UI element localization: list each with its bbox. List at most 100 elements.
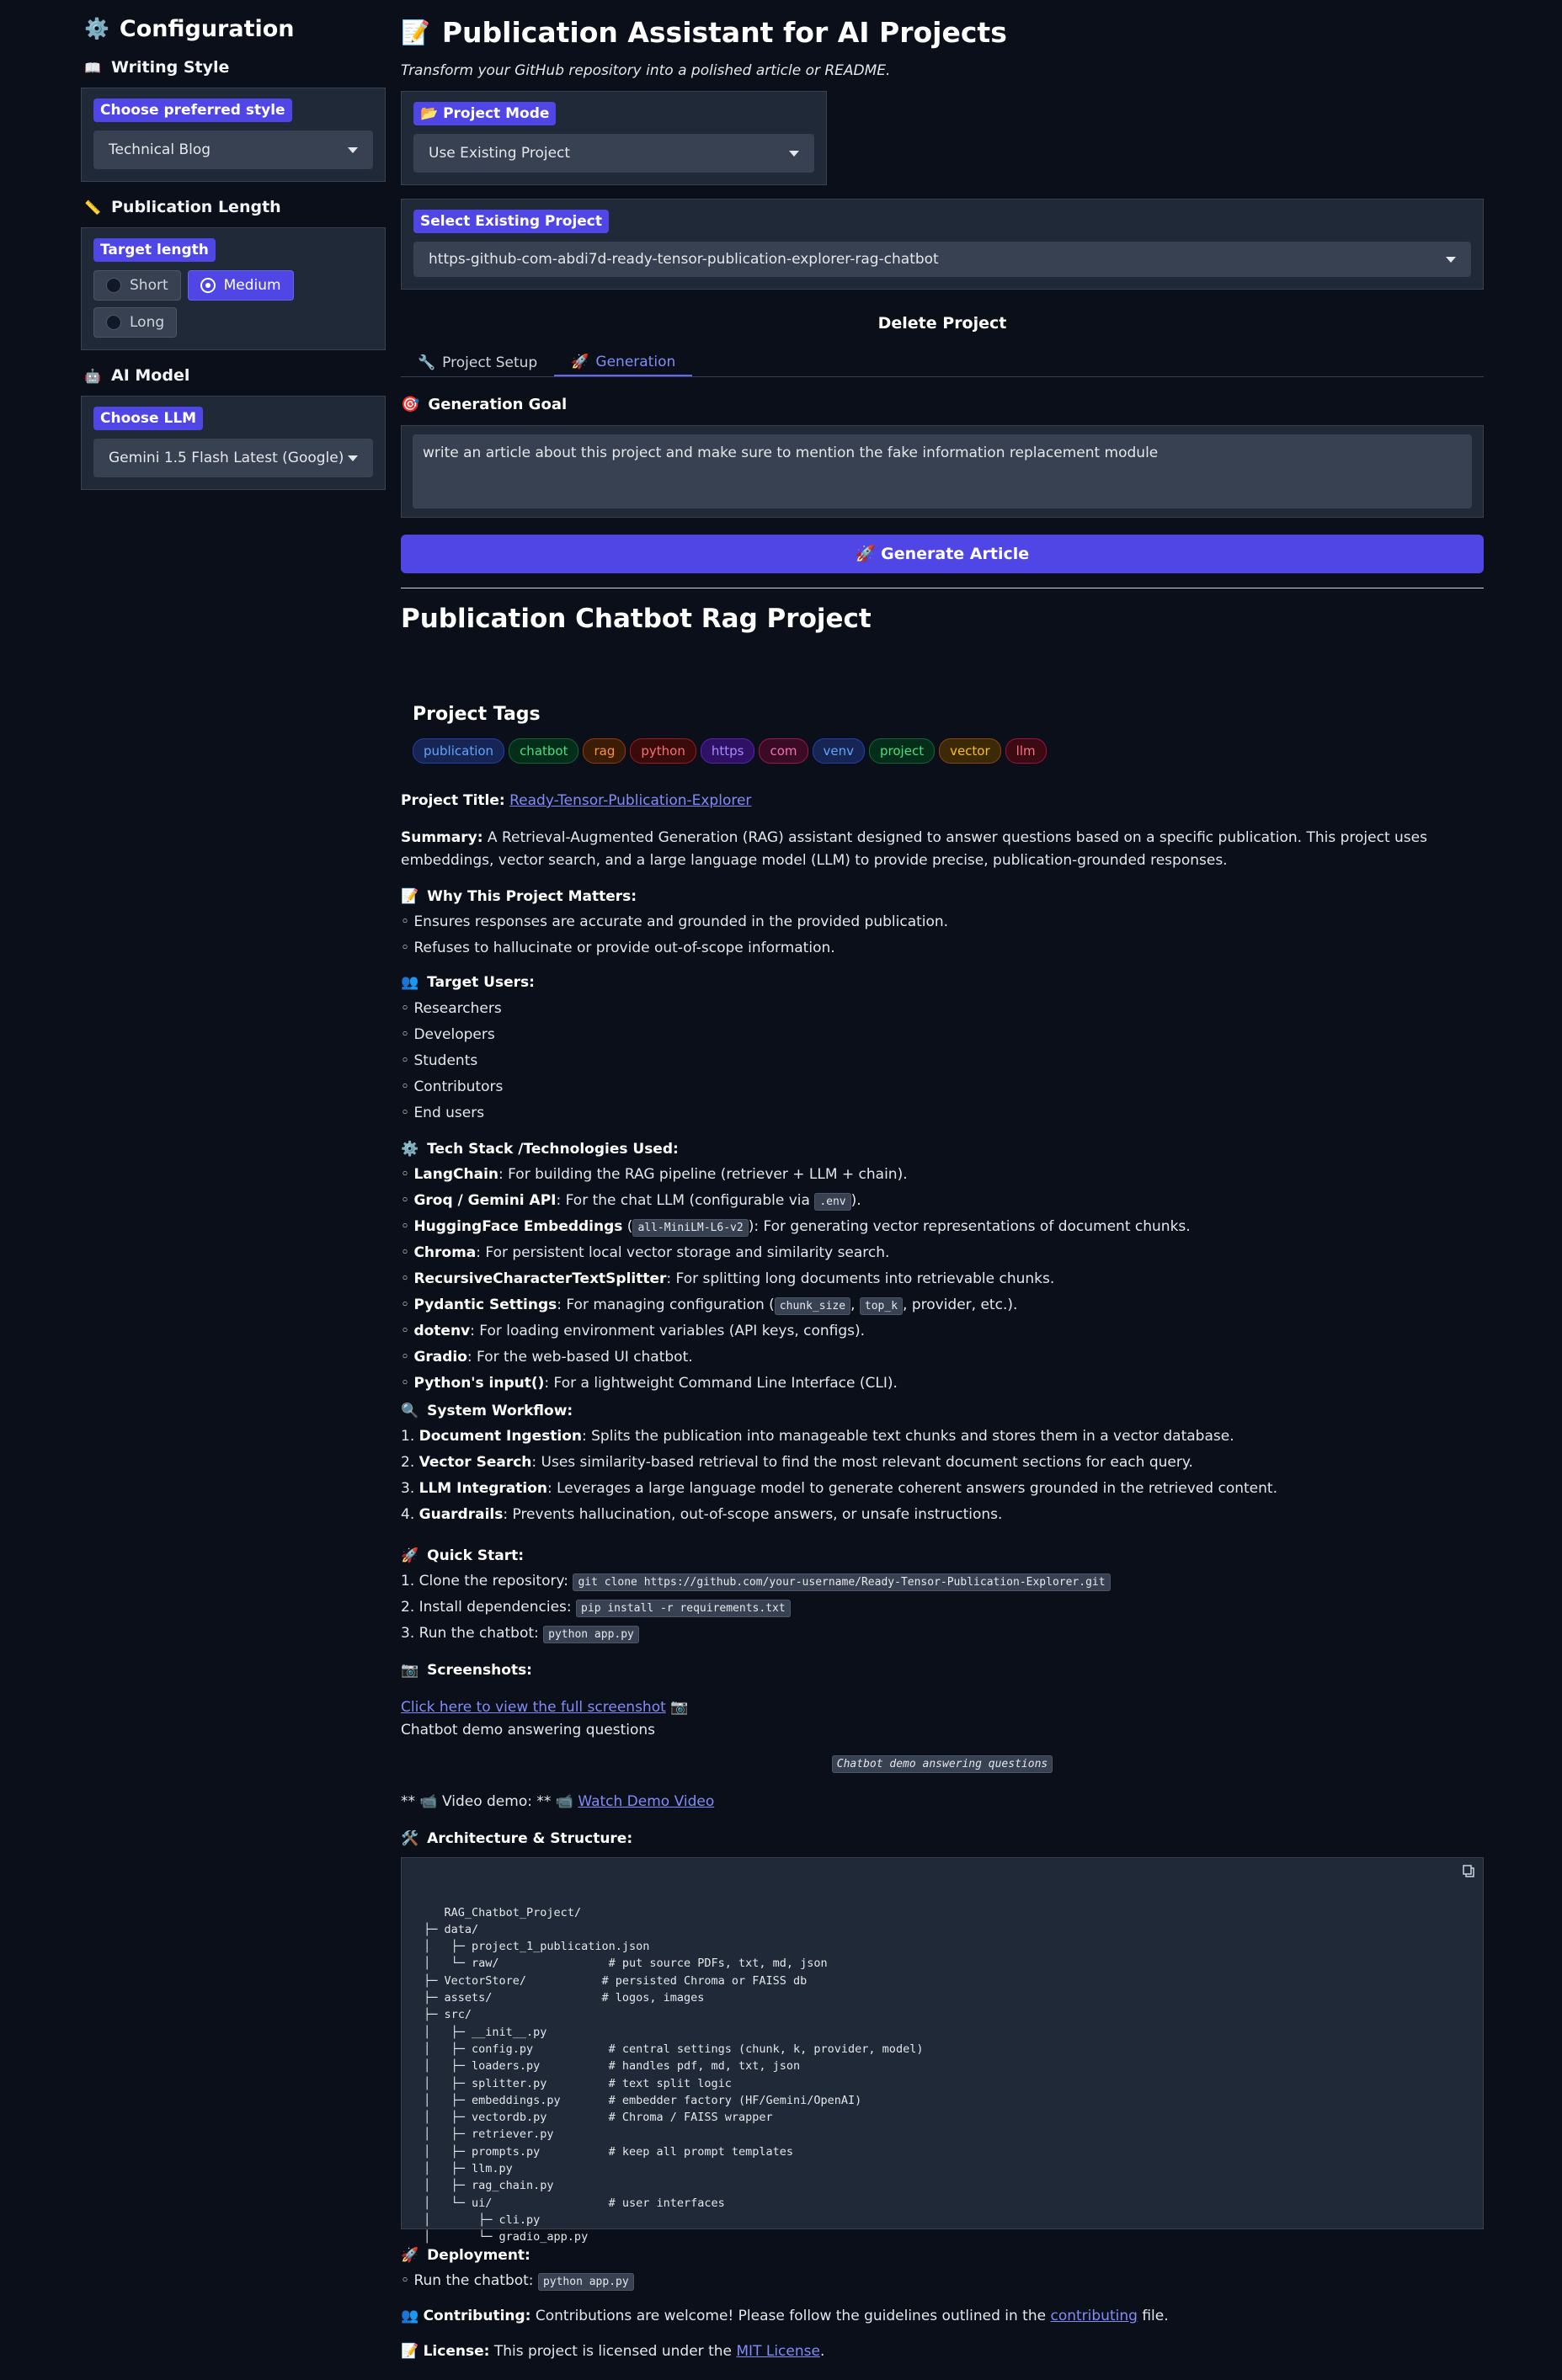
tag: vector: [939, 738, 1001, 764]
list-item: ◦ Refuses to hallucinate or provide out-…: [401, 940, 835, 956]
generate-article-button[interactable]: 🚀 Generate Article: [401, 535, 1484, 573]
watch-demo-link[interactable]: Watch Demo Video: [578, 1793, 714, 1810]
chevron-down-icon: [789, 150, 799, 157]
page-title: 📝 Publication Assistant for AI Projects: [401, 15, 1007, 49]
gear-icon: ⚙️: [84, 17, 109, 40]
main-content: 📝 Publication Assistant for AI Projects …: [401, 13, 1484, 634]
tag: publication: [413, 738, 505, 764]
wrench-icon: 🔧: [418, 354, 436, 371]
users-list: ◦ Researchers ◦ Developers ◦ Students ◦ …: [401, 996, 503, 1126]
tag: https: [700, 738, 755, 764]
gear-icon: ⚙️: [401, 1141, 419, 1158]
chevron-down-icon: [348, 146, 358, 153]
deployment-item: ◦ Run the chatbot: python app.py: [401, 2268, 634, 2294]
tech-list: ◦ LangChain: For building the RAG pipeli…: [401, 1162, 1484, 1397]
length-radio-group: Short Medium: [93, 270, 373, 301]
camera-icon: 📷: [670, 1699, 689, 1716]
llm-dropdown[interactable]: Gemini 1.5 Flash Latest (Google): [93, 439, 373, 477]
copy-icon[interactable]: [1461, 1863, 1478, 1880]
project-mode-dropdown[interactable]: Use Existing Project: [413, 134, 814, 173]
project-title-link[interactable]: Ready-Tensor-Publication-Explorer: [509, 792, 751, 809]
list-item: ◦ Ensures responses are accurate and gro…: [401, 913, 949, 930]
length-radio-group-2: Long: [93, 307, 373, 338]
writing-style-panel: Choose preferred style Technical Blog: [81, 88, 386, 182]
select-project-label: Select Existing Project: [413, 210, 610, 233]
quick-start-heading: 🚀 Quick Start:: [401, 1547, 525, 1564]
select-project-panel: Select Existing Project https-github-com…: [401, 199, 1484, 290]
contributing-line: 👥 Contributing: Contributions are welcom…: [401, 2308, 1169, 2324]
ai-model-heading: 🤖 AI Model: [84, 366, 190, 385]
memo-icon: 📝: [401, 2343, 419, 2360]
list-item: ◦ End users: [401, 1105, 485, 1121]
ruler-icon: 📏: [84, 199, 101, 216]
list-item: ◦ Chroma: For persistent local vector st…: [401, 1244, 890, 1261]
choose-llm-label: Choose LLM: [93, 407, 204, 430]
users-heading: 👥 Target Users:: [401, 974, 535, 991]
article-title: Publication Chatbot Rag Project: [401, 604, 872, 634]
writing-style-heading: 📖 Writing Style: [84, 58, 230, 77]
users-icon: 👥: [401, 974, 419, 991]
chevron-down-icon: [348, 455, 358, 461]
publication-length-heading: 📏 Publication Length: [84, 198, 281, 216]
users-icon: 👥: [401, 2308, 419, 2324]
deployment-heading: 🚀 Deployment:: [401, 2247, 530, 2264]
target-length-label: Target length: [93, 238, 216, 262]
quick-start-list: 1. Clone the repository: git clone https…: [401, 1568, 1484, 1647]
screenshot-link[interactable]: Click here to view the full screenshot: [401, 1699, 666, 1716]
list-item: 3. LLM Integration: Leverages a large la…: [401, 1480, 1277, 1497]
project-mode-panel: 📂 Project Mode Use Existing Project: [401, 91, 827, 185]
tag: venv: [812, 738, 866, 764]
summary: Summary: A Retrieval-Augmented Generatio…: [401, 829, 1427, 869]
project-mode-label: 📂 Project Mode: [413, 102, 557, 125]
target-icon: 🎯: [401, 396, 420, 413]
contributing-link[interactable]: contributing: [1050, 2308, 1137, 2324]
writing-style-dropdown[interactable]: Technical Blog: [93, 130, 373, 169]
list-item: 4. Guardrails: Prevents hallucination, o…: [401, 1506, 1003, 1523]
tools-icon: 🛠️: [401, 1830, 419, 1847]
list-item: ◦ Students: [401, 1052, 478, 1069]
list-item: ◦ Gradio: For the web-based UI chatbot.: [401, 1349, 693, 1366]
tag: chatbot: [509, 738, 579, 764]
why-heading: 📝 Why This Project Matters:: [401, 888, 637, 905]
architecture-heading: 🛠️ Architecture & Structure:: [401, 1830, 633, 1847]
radio-short[interactable]: Short: [93, 270, 181, 301]
delete-project-button[interactable]: Delete Project: [401, 305, 1484, 342]
list-item: ◦ LangChain: For building the RAG pipeli…: [401, 1166, 908, 1183]
radio-dot-icon: [200, 278, 216, 293]
screenshot-caption: Chatbot demo answering questions: [401, 1722, 655, 1738]
list-item: 1. Clone the repository: git clone https…: [401, 1568, 1484, 1595]
list-item: ◦ Python's input(): For a lightweight Co…: [401, 1375, 898, 1392]
project-tags-heading: Project Tags: [413, 704, 541, 725]
list-item: 3. Run the chatbot: python app.py: [401, 1621, 1484, 1647]
radio-long[interactable]: Long: [93, 307, 178, 338]
list-item: ◦ Researchers: [401, 1000, 502, 1017]
publication-length-panel: Target length Short Medium Long: [81, 227, 386, 350]
generation-goal-panel: write an article about this project and …: [401, 425, 1484, 518]
page-subtitle: Transform your GitHub repository into a …: [401, 62, 891, 79]
tech-heading: ⚙️ Tech Stack /Technologies Used:: [401, 1141, 679, 1158]
memo-icon: 📝: [401, 18, 430, 46]
select-project-dropdown[interactable]: https-github-com-abdi7d-ready-tensor-pub…: [413, 242, 1471, 277]
video-demo-line: ** 📹 Video demo: ** 📹 Watch Demo Video: [401, 1793, 715, 1810]
license-link[interactable]: MIT License: [736, 2343, 820, 2360]
radio-medium[interactable]: Medium: [187, 270, 294, 301]
list-item: ◦ Contributors: [401, 1078, 504, 1095]
list-item: 2. Install dependencies: pip install -r …: [401, 1595, 1484, 1621]
list-item: ◦ dotenv: For loading environment variab…: [401, 1323, 866, 1339]
tab-project-setup[interactable]: 🔧 Project Setup: [401, 349, 554, 376]
tab-generation[interactable]: 🚀 Generation: [554, 349, 693, 376]
sidebar-title: ⚙️ Configuration: [84, 15, 295, 42]
radio-dot-icon: [106, 315, 121, 330]
tag: project: [869, 738, 936, 764]
list-item: ◦ Pydantic Settings: For managing config…: [401, 1296, 1018, 1315]
tag: rag: [583, 738, 626, 764]
generation-goal-input[interactable]: write an article about this project and …: [413, 434, 1472, 508]
list-item: ◦ Groq / Gemini API: For the chat LLM (c…: [401, 1192, 861, 1211]
tag: llm: [1005, 738, 1047, 764]
camera-icon: 📷: [401, 1662, 419, 1679]
list-item: 2. Vector Search: Uses similarity-based …: [401, 1454, 1193, 1471]
rocket-icon: 🚀: [855, 545, 876, 563]
tag: com: [759, 738, 808, 764]
rocket-icon: 🚀: [401, 1547, 419, 1564]
list-item: 1. Document Ingestion: Splits the public…: [401, 1428, 1234, 1445]
